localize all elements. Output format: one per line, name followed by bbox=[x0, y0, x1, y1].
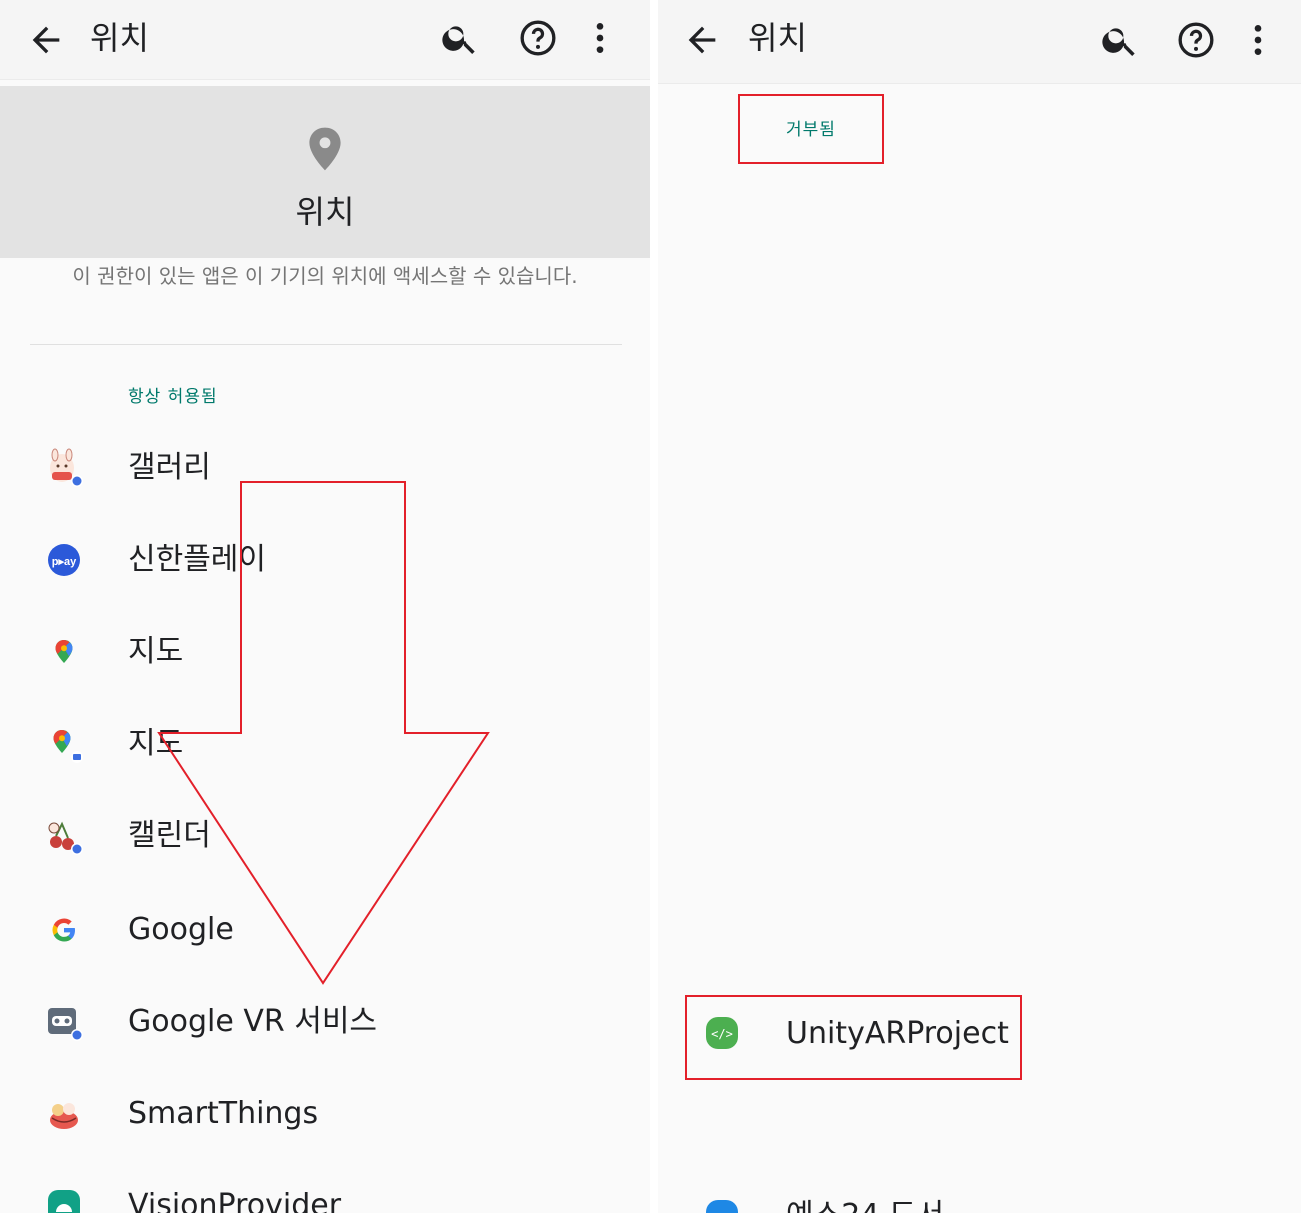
section-denied: 거부됨 bbox=[786, 120, 836, 140]
app-name: UnityARProject bbox=[786, 1016, 1009, 1051]
yes24-icon bbox=[706, 1200, 738, 1213]
app-row-unity-ar-project[interactable]: </> UnityARProject bbox=[658, 1000, 1301, 1074]
app-name: 예스24 도서 bbox=[786, 1194, 944, 1213]
unity-ar-project-icon: </> bbox=[706, 1017, 738, 1049]
app-row-yes24[interactable]: 예스24 도서 bbox=[658, 1180, 1301, 1213]
more-vert-icon[interactable] bbox=[1238, 20, 1278, 60]
page-title: 위치 bbox=[748, 19, 807, 57]
svg-text:</>: </> bbox=[711, 1027, 733, 1041]
annotation-down-arrow bbox=[157, 481, 490, 985]
left-screen: 위치 위치 이 권한이 있는 앱은 이 기기의 위치에 액세스할 수 있습니다.… bbox=[0, 0, 650, 1213]
right-screen: 위치 거부됨 </> UnityARProject 예스24 도서 bbox=[658, 0, 1301, 1213]
search-icon[interactable] bbox=[1100, 20, 1140, 60]
arrow-back-icon[interactable] bbox=[682, 20, 722, 60]
help-icon[interactable] bbox=[1176, 20, 1216, 60]
app-bar: 위치 bbox=[658, 0, 1301, 84]
